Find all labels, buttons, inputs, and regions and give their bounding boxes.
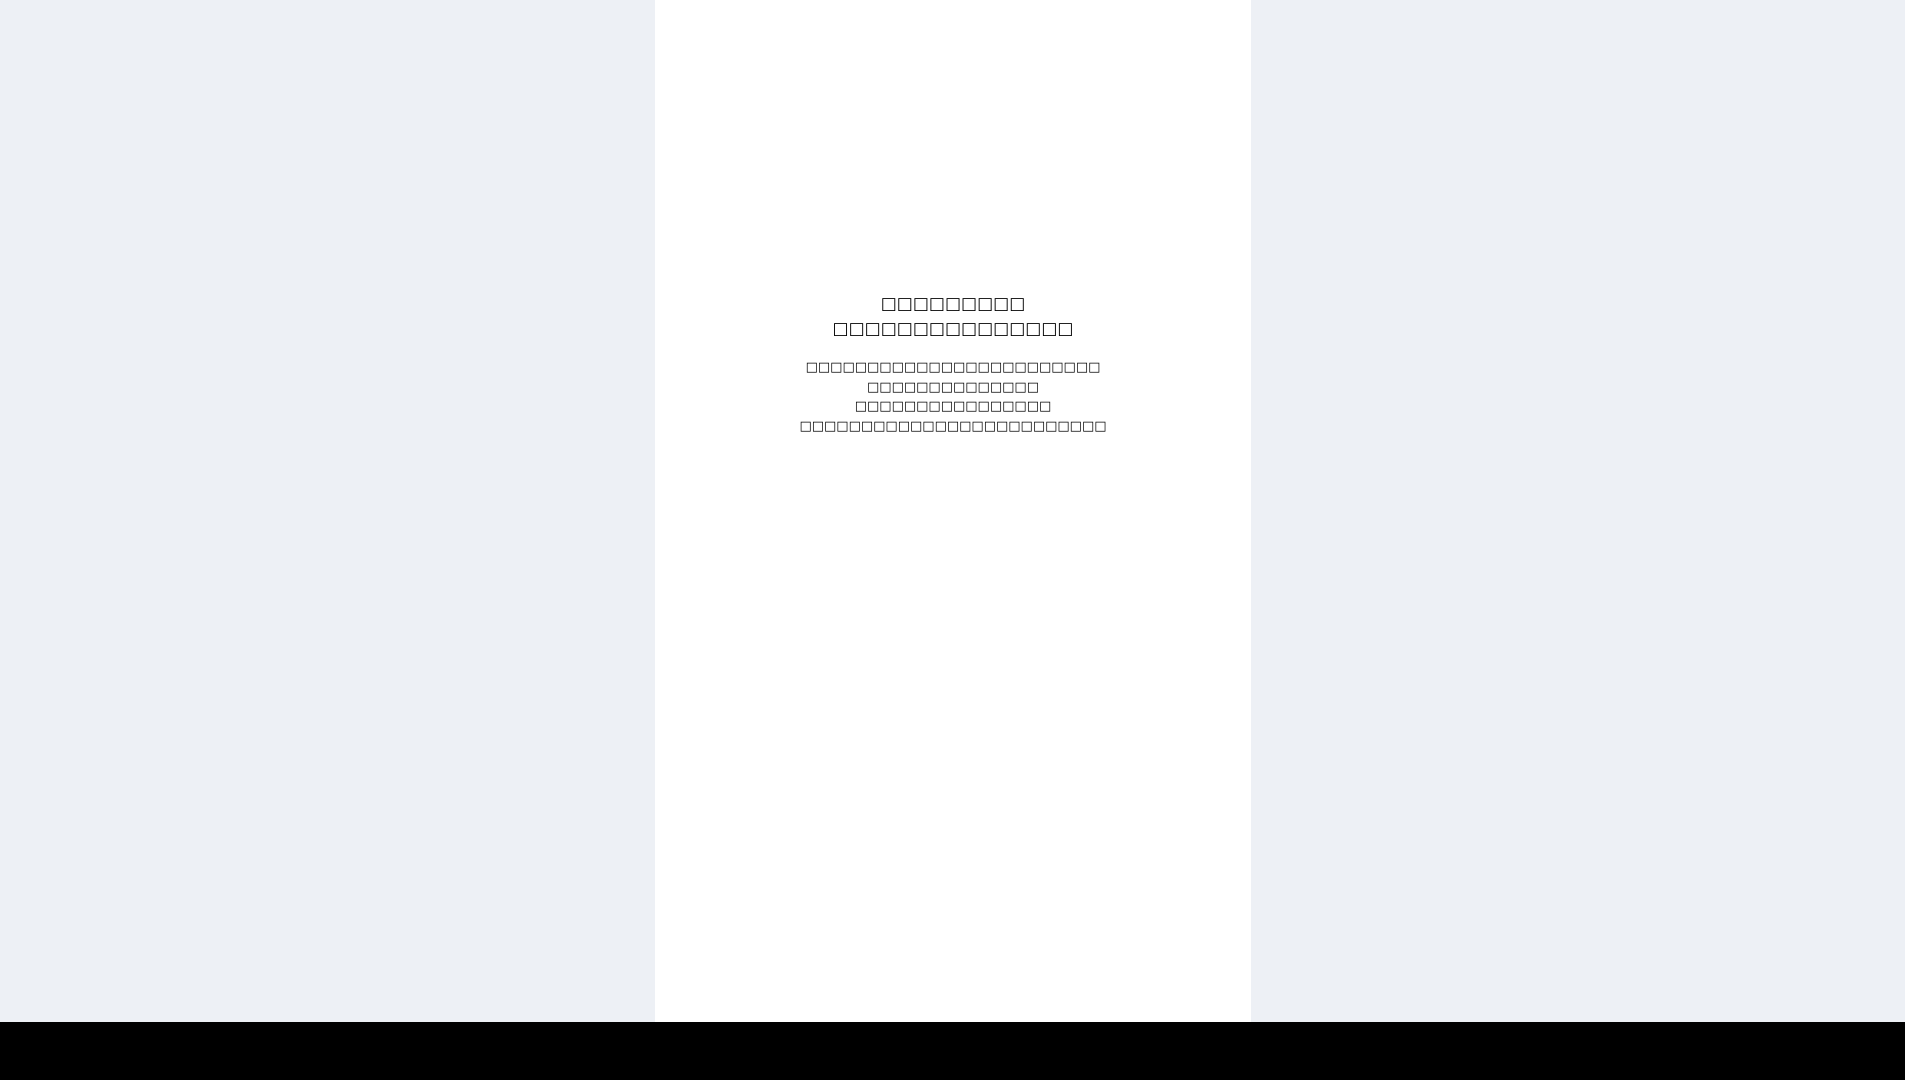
message-body-line: □□□□□□□□□□□□□□□□□□□□□□□□ xyxy=(805,360,1101,375)
bottom-bar xyxy=(0,1022,1905,1080)
message-body-line: □□□□□□□□□□□□□□□□ xyxy=(854,399,1052,414)
message-body-line: □□□□□□□□□□□□□□□□□□□□□□□□□ xyxy=(799,418,1107,434)
message-block: □□□□□□□□□ □□□□□□□□□□□□□□□ □□□□□□□□□□□□□□… xyxy=(655,292,1251,436)
content-column: □□□□□□□□□ □□□□□□□□□□□□□□□ □□□□□□□□□□□□□□… xyxy=(655,0,1251,1022)
message-body-line: □□□□□□□□□□□□□□ xyxy=(867,379,1039,395)
message-title-line: □□□□□□□□□□□□□□□ xyxy=(832,319,1074,339)
message-title: □□□□□□□□□ □□□□□□□□□□□□□□□ xyxy=(655,292,1251,342)
message-body: □□□□□□□□□□□□□□□□□□□□□□□□ □□□□□□□□□□□□□□ … xyxy=(655,358,1251,436)
app-viewport: □□□□□□□□□ □□□□□□□□□□□□□□□ □□□□□□□□□□□□□□… xyxy=(0,0,1905,1022)
message-title-line: □□□□□□□□□ xyxy=(880,294,1026,314)
